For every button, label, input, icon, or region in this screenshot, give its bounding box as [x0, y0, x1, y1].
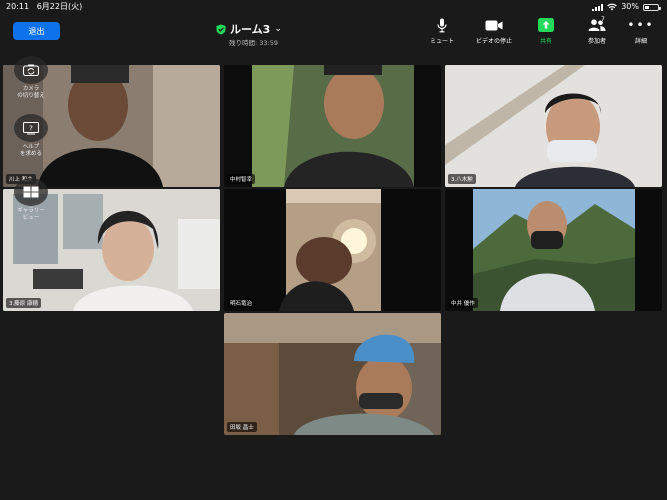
- participant-name: 中井 優作: [448, 298, 478, 308]
- switch-view-label: ギャラリー ビュー: [17, 208, 45, 221]
- participant-name: 田坂 昌士: [227, 422, 257, 432]
- switch-camera-icon: [23, 64, 39, 76]
- share-screen-icon: [538, 18, 554, 32]
- ask-for-help-label: ヘルプ を求める: [19, 144, 42, 157]
- participant-video: [445, 65, 662, 187]
- battery-percent: 30%: [621, 2, 639, 11]
- share-label: 共有: [539, 38, 552, 45]
- signal-icon: [592, 3, 604, 11]
- microphone-icon: [437, 18, 447, 32]
- more-button[interactable]: ••• 詳細: [619, 17, 663, 45]
- participant-video: [224, 65, 441, 187]
- gallery-view-icon: [23, 186, 39, 198]
- room-title[interactable]: ルーム3 ⌄: [216, 21, 282, 37]
- more-label: 詳細: [634, 38, 647, 45]
- status-right: 30%: [592, 0, 661, 14]
- ask-help-icon: ?: [23, 121, 39, 134]
- video-tile[interactable]: 田坂 昌士: [224, 313, 441, 435]
- participant-name: 明石竜治: [227, 298, 256, 308]
- participant-video: [224, 313, 441, 435]
- video-camera-icon: [485, 20, 503, 30]
- participant-video: [445, 189, 662, 311]
- leave-button[interactable]: 退出: [13, 22, 60, 40]
- participants-count: 7: [601, 16, 605, 23]
- wifi-icon: [607, 3, 618, 11]
- switch-view-button[interactable]: ギャラリー ビュー: [5, 178, 57, 222]
- video-tile[interactable]: 中井 優作: [445, 189, 662, 311]
- room-name: ルーム3: [230, 23, 271, 36]
- video-tile[interactable]: 中村智幸: [224, 65, 441, 187]
- stop-video-label: ビデオの停止: [475, 38, 512, 45]
- svg-text:?: ?: [29, 124, 33, 132]
- video-tile[interactable]: 3.八木勲: [445, 65, 662, 187]
- switch-camera-label: カメラ の切り替え: [17, 86, 45, 99]
- remaining-time: 残り時間: 33:59: [229, 39, 278, 47]
- video-tile[interactable]: 明石竜治: [224, 189, 441, 311]
- participant-name: 3.八木勲: [448, 174, 476, 184]
- participant-video: [224, 189, 441, 311]
- more-dots-icon: •••: [627, 18, 655, 32]
- status-time: 20:11: [6, 2, 30, 11]
- participants-button[interactable]: 7 参加者: [575, 16, 619, 45]
- shield-check-icon: [216, 24, 226, 34]
- ask-for-help-button[interactable]: ? ヘルプ を求める: [5, 114, 57, 158]
- status-date: 6月22日(火): [36, 2, 83, 11]
- participant-name: 3.藤原 康穂: [6, 298, 41, 308]
- participants-label: 参加者: [587, 38, 606, 45]
- status-time-date: 20:11 6月22日(火): [6, 0, 82, 14]
- mute-label: ミュート: [429, 38, 454, 45]
- battery-fill: [645, 5, 649, 9]
- chevron-down-icon: ⌄: [274, 24, 282, 34]
- participant-name: 中村智幸: [227, 174, 256, 184]
- stop-video-button[interactable]: ビデオの停止: [472, 17, 516, 45]
- share-button[interactable]: 共有: [524, 17, 568, 45]
- switch-camera-button[interactable]: カメラ の切り替え: [5, 56, 57, 100]
- mute-button[interactable]: ミュート: [420, 17, 464, 45]
- status-bar: 20:11 6月22日(火) 30%: [0, 0, 667, 14]
- battery-icon: [643, 3, 661, 11]
